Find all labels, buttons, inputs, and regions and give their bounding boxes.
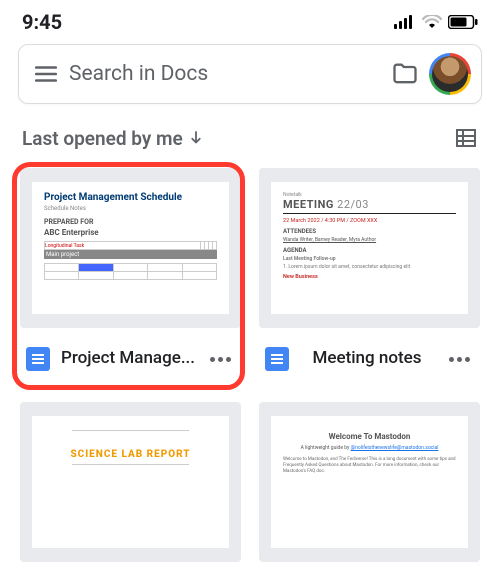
preview-prepfor-lbl: PREPARED FOR xyxy=(44,218,217,226)
status-icons xyxy=(394,15,478,29)
preview-agenda-line: 1. Lorem ipsum dolor sit amet, consectet… xyxy=(283,264,456,270)
preview-link: @nolifeisthenewslife@mastodon.social xyxy=(351,445,439,451)
preview-attendees: Wanda Writer, Barney Reader, Myra Author xyxy=(283,237,456,243)
doc-thumbnail: SCIENCE LAB REPORT xyxy=(20,402,241,562)
preview-heading: Welcome To Mastodon xyxy=(283,432,456,441)
wifi-icon xyxy=(422,15,442,29)
status-bar: 9:45 xyxy=(0,0,500,38)
preview-heading: SCIENCE LAB REPORT xyxy=(44,449,217,460)
cellular-icon xyxy=(394,15,416,29)
more-options-icon[interactable] xyxy=(445,357,474,362)
account-avatar[interactable] xyxy=(429,53,471,95)
battery-icon xyxy=(448,15,478,29)
docs-file-icon xyxy=(265,347,289,371)
doc-title: Meeting notes xyxy=(297,338,437,380)
preview-meta: 22 March 2022 / 4:30 PM / ZOOM XXX xyxy=(283,218,456,224)
more-options-icon[interactable] xyxy=(206,357,235,362)
doc-thumbnail: Notetalk MEETING 22/03 22 March 2022 / 4… xyxy=(259,168,480,328)
doc-card-science-lab[interactable]: SCIENCE LAB REPORT xyxy=(20,402,241,562)
preview-para: Welcome to Mastodon, and The Fediverse! … xyxy=(283,457,456,475)
sort-selector[interactable]: Last opened by me xyxy=(22,127,205,150)
doc-title: Project Manage... xyxy=(58,338,198,380)
preview-section: Main project xyxy=(44,250,217,259)
hamburger-menu-icon[interactable] xyxy=(33,61,59,87)
sort-label-text: Last opened by me xyxy=(22,127,183,150)
folder-icon[interactable] xyxy=(391,60,419,88)
preview-agenda-item: Last Meeting Follow-up xyxy=(283,256,456,262)
doc-card-meeting-notes[interactable]: Notetalk MEETING 22/03 22 March 2022 / 4… xyxy=(259,168,480,384)
preview-sub: Schedule Notes xyxy=(44,205,217,212)
preview-attendees-lbl: ATTENDEES xyxy=(283,228,456,235)
document-grid: Project Management Schedule Schedule Not… xyxy=(0,156,500,574)
preview-prepfor: ABC Enterprise xyxy=(44,228,217,237)
preview-heading-strong: MEETING xyxy=(283,198,334,211)
search-placeholder: Search in Docs xyxy=(69,62,381,86)
clock-time: 9:45 xyxy=(22,10,62,34)
arrow-down-icon xyxy=(187,129,205,147)
preview-agenda-lbl: AGENDA xyxy=(283,247,456,254)
doc-thumbnail: Welcome To Mastodon A lightweight guide … xyxy=(259,402,480,562)
preview-heading-light: 22/03 xyxy=(337,198,369,211)
list-view-toggle-icon[interactable] xyxy=(454,126,478,150)
docs-file-icon xyxy=(26,347,50,371)
doc-thumbnail: Project Management Schedule Schedule Not… xyxy=(20,168,241,328)
preview-byline: A lightweight guide by xyxy=(301,445,350,451)
doc-card-mastodon[interactable]: Welcome To Mastodon A lightweight guide … xyxy=(259,402,480,562)
doc-card-project-management[interactable]: Project Management Schedule Schedule Not… xyxy=(20,168,241,384)
preview-heading: Project Management Schedule xyxy=(44,192,217,203)
search-bar[interactable]: Search in Docs xyxy=(18,44,482,104)
preview-new-lbl: New Business xyxy=(283,274,456,280)
